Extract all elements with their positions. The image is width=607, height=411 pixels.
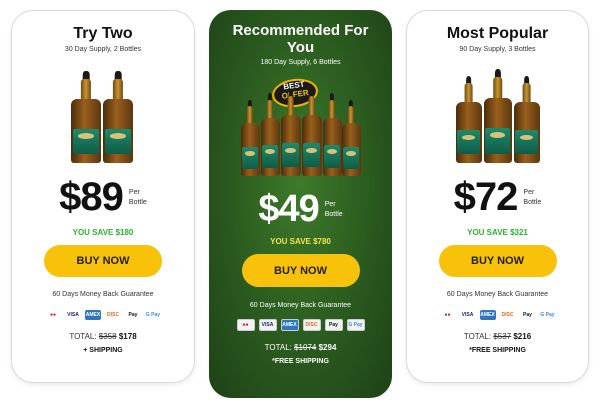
total-text: TOTAL: $358 $178	[69, 332, 137, 341]
payment-methods: ●● VISA AMEX DISC Pay G Pay	[12, 310, 194, 320]
mastercard-icon: ●●	[49, 312, 57, 318]
shipping-text: *FREE SHIPPING	[469, 347, 526, 354]
discover-icon: DISC	[302, 319, 321, 331]
savings-text: YOU SAVE $180	[72, 228, 134, 237]
card-title: Try Two	[73, 25, 133, 42]
per-bottle-label: Per Bottle	[523, 188, 542, 206]
package-card-three-bottles: Most Popular 90 Day Supply, 3 Bottles $7…	[406, 10, 589, 383]
google-pay-icon: G Pay	[346, 319, 365, 331]
apple-pay-icon: Pay	[128, 312, 138, 318]
savings-text: YOU SAVE $780	[270, 237, 331, 246]
savings-text: YOU SAVE $321	[467, 228, 528, 237]
payment-methods: ●● VISA AMEX DISC Pay G Pay	[407, 310, 588, 320]
buy-now-button[interactable]: BUY NOW	[438, 245, 557, 277]
apple-pay-icon: Pay	[324, 319, 343, 331]
shipping-text: + SHIPPING	[83, 347, 123, 354]
product-image-three-bottles	[455, 69, 540, 163]
buy-now-button[interactable]: BUY NOW	[241, 254, 360, 287]
per-bottle-label: Per Bottle	[324, 200, 343, 218]
discover-icon: DISC	[501, 312, 514, 318]
visa-icon: VISA	[258, 319, 277, 331]
guarantee-text: 60 Days Money Back Guarantee	[52, 291, 154, 298]
price: $89	[59, 175, 124, 219]
google-pay-icon: G Pay	[540, 312, 555, 318]
package-card-two-bottles: Try Two 30 Day Supply, 2 Bottles $89 Per…	[11, 10, 195, 383]
apple-pay-icon: Pay	[523, 312, 532, 318]
buy-now-button[interactable]: BUY NOW	[44, 245, 162, 277]
guarantee-text: 60 Days Money Back Guarantee	[249, 302, 352, 309]
guarantee-text: 60 Days Money Back Guarantee	[446, 291, 549, 298]
total-text: TOTAL: $537 $216	[463, 332, 532, 341]
amex-icon: AMEX	[85, 310, 101, 320]
price: $49	[258, 188, 319, 230]
card-supply: 180 Day Supply, 6 Bottles	[260, 59, 341, 66]
payment-methods: ●● VISA AMEX DISC Pay G Pay	[209, 319, 392, 331]
total-text: TOTAL: $1074 $294	[264, 343, 337, 352]
per-bottle-label: Per Bottle	[128, 188, 147, 206]
google-pay-icon: G Pay	[145, 312, 161, 318]
product-image-two-bottles	[71, 71, 135, 163]
product-image-six-bottles	[240, 88, 361, 176]
package-card-six-bottles: Recommended For You 180 Day Supply, 6 Bo…	[209, 10, 392, 398]
visa-icon: VISA	[461, 312, 474, 318]
amex-icon: AMEX	[280, 319, 299, 331]
card-title: Most Popular	[446, 25, 549, 42]
card-supply: 30 Day Supply, 2 Bottles	[64, 46, 142, 53]
shipping-text: *FREE SHIPPING	[272, 358, 329, 365]
visa-icon: VISA	[67, 312, 79, 318]
amex-icon: AMEX	[479, 310, 496, 320]
card-title: Recommended For You	[232, 22, 369, 56]
card-supply: 90 Day Supply, 3 Bottles	[459, 46, 536, 53]
mastercard-icon: ●●	[236, 319, 255, 331]
price: $72	[453, 175, 519, 219]
mastercard-icon: ●●	[444, 312, 451, 318]
discover-icon: DISC	[107, 312, 119, 318]
